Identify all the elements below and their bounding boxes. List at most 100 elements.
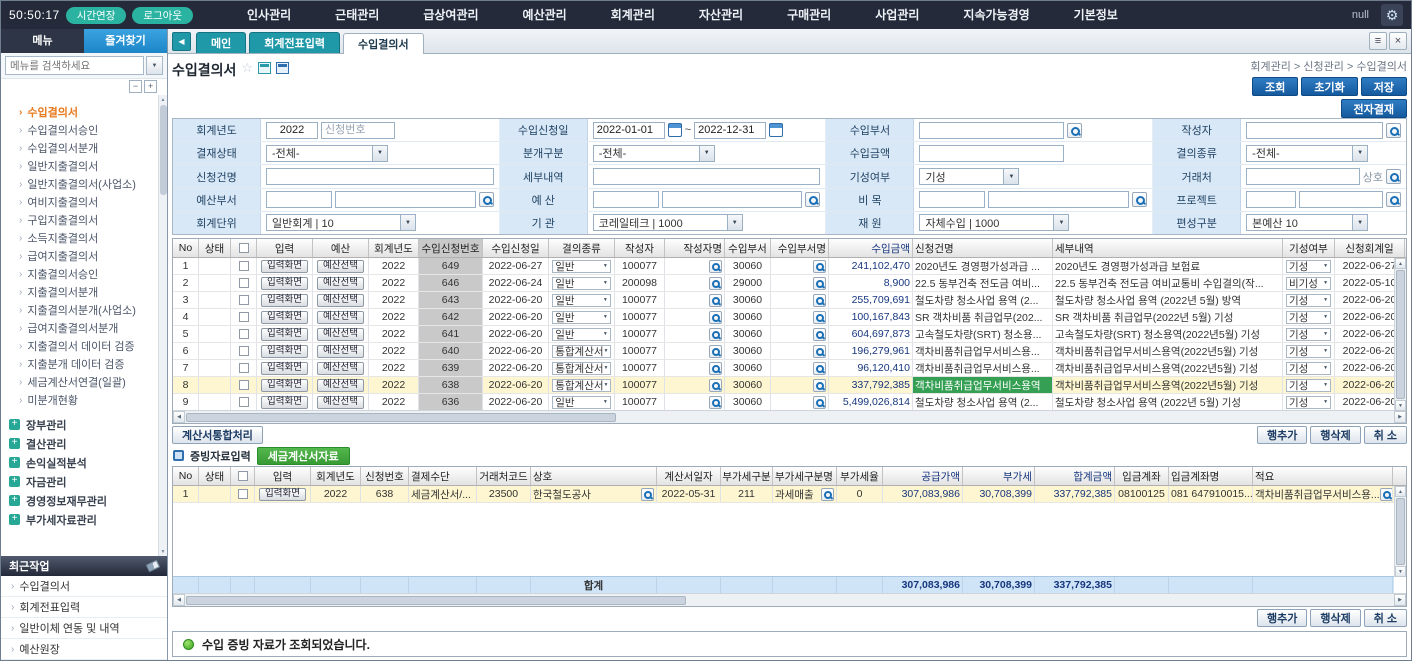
topnav-item[interactable]: 지속가능경영 bbox=[941, 1, 1051, 29]
row-search-icon[interactable] bbox=[709, 345, 722, 358]
sidebar-tree-item[interactable]: › 지출결의서분개(사업소) bbox=[11, 301, 155, 319]
evidence-column-header[interactable]: 합계금액 bbox=[1035, 467, 1115, 485]
favorite-star-icon[interactable]: ☆ bbox=[241, 60, 253, 76]
tree-expand-button[interactable]: + bbox=[144, 80, 157, 93]
row-search-icon[interactable] bbox=[813, 294, 826, 307]
row-checkbox[interactable] bbox=[239, 329, 249, 339]
sidebar-tree-item[interactable]: › 급여지출결의서분개 bbox=[11, 319, 155, 337]
sidebar-group-item[interactable]: + 장부관리 bbox=[9, 415, 155, 434]
income-column-header[interactable]: 수입신청일 bbox=[483, 239, 549, 257]
grid2-cancel-button[interactable]: 취 소 bbox=[1364, 609, 1407, 627]
topnav-item[interactable]: 인사관리 bbox=[225, 1, 313, 29]
scrollbar-thumb[interactable] bbox=[160, 105, 167, 195]
scroll-left-icon[interactable]: ◀ bbox=[173, 411, 185, 423]
sidebar-tree-item[interactable]: › 급여지출결의서 bbox=[11, 247, 155, 265]
invoice-merge-button[interactable]: 계산서통합처리 bbox=[172, 426, 263, 444]
reset-button[interactable]: 초기화 bbox=[1301, 77, 1357, 96]
completion-select[interactable]: 기성▼ bbox=[1286, 345, 1331, 358]
tree-collapse-button[interactable]: − bbox=[129, 80, 142, 93]
tab[interactable]: 메인 bbox=[196, 32, 246, 53]
income-grid-row[interactable]: 1입력화면예산선택20226492022-06-27일반▼10007730060… bbox=[173, 258, 1394, 275]
income-column-header[interactable]: 결의종류 bbox=[549, 239, 615, 257]
grid2-delete-row-button[interactable]: 행삭제 bbox=[1310, 609, 1360, 627]
input-screen-button[interactable]: 입력화면 bbox=[261, 260, 308, 273]
extend-time-button[interactable]: 시간연장 bbox=[66, 7, 127, 24]
evidence-grid-row[interactable]: 1입력화면2022638세금계산서/...23500한국철도공사2022-05-… bbox=[173, 486, 1394, 503]
tab-list-icon[interactable]: ≡ bbox=[1369, 32, 1387, 50]
income-grid-row[interactable]: 2입력화면예산선택20226462022-06-24일반▼20009829000… bbox=[173, 275, 1394, 292]
row-search-icon[interactable] bbox=[813, 328, 826, 341]
topnav-item[interactable]: 사업관리 bbox=[853, 1, 941, 29]
evidence-column-header[interactable]: 입금계좌명 bbox=[1169, 467, 1253, 485]
decision-type-select[interactable]: 일반▼ bbox=[552, 328, 611, 341]
input-screen-button[interactable]: 입력화면 bbox=[261, 379, 308, 392]
decision-type-select[interactable]: 일반▼ bbox=[552, 260, 611, 273]
evidence-column-header[interactable]: 계산서일자 bbox=[657, 467, 721, 485]
row-search-icon[interactable] bbox=[709, 260, 722, 273]
row-search-icon[interactable] bbox=[1380, 488, 1393, 501]
income-column-header[interactable] bbox=[231, 239, 257, 257]
input-screen-button[interactable]: 입력화면 bbox=[261, 311, 308, 324]
vendor-search-icon[interactable] bbox=[1386, 169, 1401, 184]
approval-status-select[interactable]: -전체-▼ bbox=[266, 145, 388, 162]
input-screen-button[interactable]: 입력화면 bbox=[261, 277, 308, 290]
decision-type-select[interactable]: -전체-▼ bbox=[1246, 145, 1368, 162]
save-button[interactable]: 저장 bbox=[1361, 77, 1407, 96]
budget-select-button[interactable]: 예산선택 bbox=[317, 362, 364, 375]
row-search-icon[interactable] bbox=[709, 379, 722, 392]
budget-dept-code-input[interactable] bbox=[266, 191, 332, 208]
recent-task-item[interactable]: › 일반이체 연동 및 내역 bbox=[1, 618, 167, 639]
input-screen-button[interactable]: 입력화면 bbox=[261, 328, 308, 341]
completion-select[interactable]: 기성▼ bbox=[1286, 396, 1331, 409]
decision-type-select[interactable]: 통합계산서▼ bbox=[552, 362, 611, 375]
recent-task-item[interactable]: › 수입결의서 bbox=[1, 576, 167, 597]
project-code-input[interactable] bbox=[1246, 191, 1296, 208]
budget-select-button[interactable]: 예산선택 bbox=[317, 379, 364, 392]
sidebar-tree-item[interactable]: › 지출결의서승인 bbox=[11, 265, 155, 283]
budget-select-button[interactable]: 예산선택 bbox=[317, 396, 364, 409]
topnav-item[interactable]: 기본정보 bbox=[1052, 1, 1140, 29]
row-search-icon[interactable] bbox=[709, 362, 722, 375]
income-column-header[interactable]: 신청회계일 bbox=[1335, 239, 1405, 257]
input-screen-button[interactable]: 입력화면 bbox=[261, 294, 308, 307]
project-search-icon[interactable] bbox=[1386, 192, 1401, 207]
select-all-checkbox[interactable] bbox=[239, 243, 249, 253]
recent-task-item[interactable]: › 회계전표입력 bbox=[1, 597, 167, 618]
calendar-icon[interactable] bbox=[769, 123, 783, 137]
calendar-icon[interactable] bbox=[668, 123, 682, 137]
budget-select-button[interactable]: 예산선택 bbox=[317, 345, 364, 358]
completion-select[interactable]: 기성▼ bbox=[1286, 328, 1331, 341]
income-column-header[interactable]: 수입부서 bbox=[725, 239, 771, 257]
income-grid-hscrollbar[interactable]: ◀ ▶ bbox=[173, 410, 1406, 423]
topnav-item[interactable]: 급상여관리 bbox=[401, 1, 500, 29]
income-column-header[interactable]: 예산 bbox=[313, 239, 369, 257]
sidebar-tree-item[interactable]: › 소득지출결의서 bbox=[11, 229, 155, 247]
income-grid-row[interactable]: 5입력화면예산선택20226412022-06-20일반▼10007730060… bbox=[173, 326, 1394, 343]
row-search-icon[interactable] bbox=[709, 311, 722, 324]
evidence-column-header[interactable]: 상호 bbox=[531, 467, 657, 485]
completion-select[interactable]: 기성▼ bbox=[1286, 260, 1331, 273]
sidebar-group-item[interactable]: + 부가세자료관리 bbox=[9, 510, 155, 529]
budget-search-icon[interactable] bbox=[805, 192, 820, 207]
new-window-icon[interactable] bbox=[276, 62, 289, 74]
row-search-icon[interactable] bbox=[813, 260, 826, 273]
journal-type-select[interactable]: -전체-▼ bbox=[593, 145, 715, 162]
sidebar-tree-item[interactable]: › 지출결의서분개 bbox=[11, 283, 155, 301]
income-amount-input[interactable] bbox=[919, 145, 1064, 162]
sidebar-group-item[interactable]: + 경영정보재무관리 bbox=[9, 491, 155, 510]
income-dept-input[interactable] bbox=[919, 122, 1064, 139]
detail-input[interactable] bbox=[593, 168, 821, 185]
income-column-header[interactable]: 세부내역 bbox=[1053, 239, 1283, 257]
scrollbar-thumb[interactable] bbox=[186, 413, 616, 422]
scrollbar-thumb[interactable] bbox=[186, 596, 686, 605]
income-column-header[interactable]: 상태 bbox=[199, 239, 231, 257]
grid1-delete-row-button[interactable]: 행삭제 bbox=[1310, 426, 1360, 444]
budget-select-button[interactable]: 예산선택 bbox=[317, 328, 364, 341]
row-search-icon[interactable] bbox=[813, 345, 826, 358]
tab[interactable]: 회계전표입력 bbox=[249, 32, 340, 53]
select-all-checkbox[interactable] bbox=[238, 471, 248, 481]
evidence-column-header[interactable]: 입력 bbox=[255, 467, 311, 485]
row-checkbox[interactable] bbox=[239, 346, 249, 356]
expense-item-search-icon[interactable] bbox=[1132, 192, 1147, 207]
decision-type-select[interactable]: 일반▼ bbox=[552, 277, 611, 290]
